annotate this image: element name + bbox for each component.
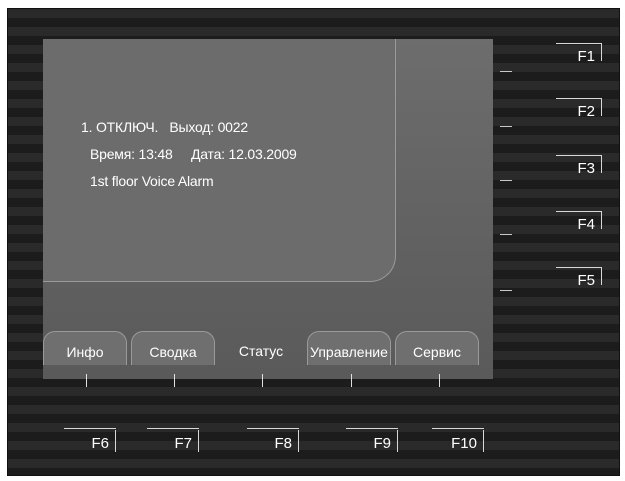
softkey-f9[interactable]: F9 xyxy=(346,428,398,452)
softkey-indicator xyxy=(500,290,512,291)
softkey-f1[interactable]: F1 xyxy=(556,43,602,65)
softkey-label: F9 xyxy=(373,435,391,452)
softkey-label: F1 xyxy=(577,48,595,65)
tab-tick xyxy=(86,374,87,387)
event-time-date-line: Время: 13:48 Дата: 12.03.2009 xyxy=(90,146,297,162)
softkey-label: F2 xyxy=(577,103,595,120)
softkey-label: F7 xyxy=(174,435,192,452)
softkey-f4[interactable]: F4 xyxy=(556,211,602,233)
softkey-indicator xyxy=(500,71,512,72)
tab-control[interactable]: Управление xyxy=(307,331,391,365)
tab-tick xyxy=(174,374,175,387)
softkey-f8[interactable]: F8 xyxy=(247,428,299,452)
softkey-indicator xyxy=(500,234,512,235)
tab-label: Управление xyxy=(310,344,388,360)
event-status-line: 1. ОТКЛЮЧ. Выход: 0022 xyxy=(81,119,248,135)
tab-service[interactable]: Сервис xyxy=(395,331,479,365)
menu-tabs: Инфо Сводка Статус Управление Сервис xyxy=(43,331,493,367)
softkey-label: F5 xyxy=(577,272,595,289)
screen-area: 1. ОТКЛЮЧ. Выход: 0022 Время: 13:48 Дата… xyxy=(43,39,493,379)
softkey-label: F4 xyxy=(577,216,595,233)
tab-label: Инфо xyxy=(66,344,104,360)
tab-tick xyxy=(439,374,440,387)
softkey-f2[interactable]: F2 xyxy=(556,98,602,120)
panel-display: 1. ОТКЛЮЧ. Выход: 0022 Время: 13:48 Дата… xyxy=(7,8,620,476)
softkey-f7[interactable]: F7 xyxy=(147,428,199,452)
softkey-f10[interactable]: F10 xyxy=(432,428,484,452)
softkey-indicator xyxy=(500,126,512,127)
tab-label: Статус xyxy=(238,343,284,359)
softkey-label: F6 xyxy=(91,435,109,452)
softkey-label: F8 xyxy=(274,435,292,452)
tab-tick xyxy=(262,374,263,387)
event-location-line: 1st floor Voice Alarm xyxy=(90,173,214,189)
softkey-label: F3 xyxy=(577,160,595,177)
tab-summary[interactable]: Сводка xyxy=(131,331,215,365)
tab-label: Сводка xyxy=(149,344,197,360)
event-info-panel: 1. ОТКЛЮЧ. Выход: 0022 Время: 13:48 Дата… xyxy=(43,39,396,282)
softkey-label: F10 xyxy=(451,435,477,452)
tab-info[interactable]: Инфо xyxy=(43,331,127,365)
tab-status[interactable]: Статус xyxy=(219,331,303,365)
softkey-indicator xyxy=(500,180,512,181)
tab-tick xyxy=(351,374,352,387)
softkey-f6[interactable]: F6 xyxy=(64,428,116,452)
softkey-f5[interactable]: F5 xyxy=(556,267,602,289)
tab-label: Сервис xyxy=(413,344,461,360)
softkey-f3[interactable]: F3 xyxy=(556,155,602,177)
